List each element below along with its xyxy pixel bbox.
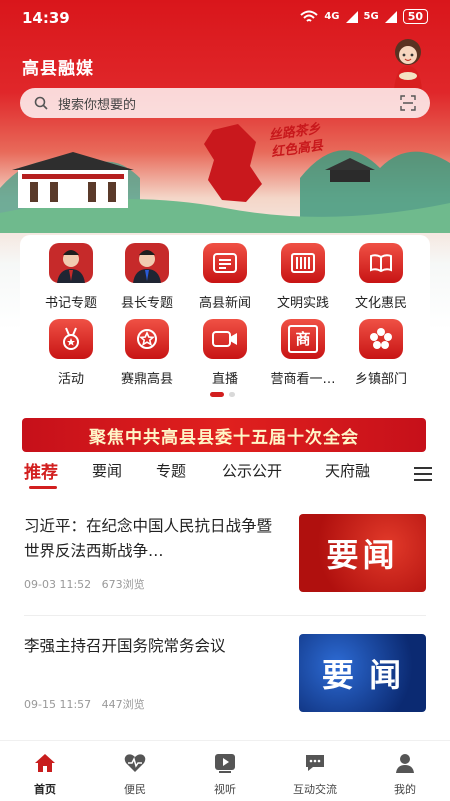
shop-icon-text: 商 (288, 325, 318, 353)
news-views: 447浏览 (101, 698, 145, 711)
channel-menu-icon[interactable] (414, 467, 432, 485)
menu-label: 书记专题 (44, 296, 97, 311)
play-icon (215, 754, 235, 773)
news-item[interactable]: 习近平：在纪念中国人民抗日战争暨世界反法西斯战争… 09-03 11:52 67… (24, 514, 426, 614)
signal-icon (345, 10, 358, 23)
person-photo-icon (49, 243, 93, 283)
focus-banner[interactable]: 聚焦中共高县县委十五届十次全会 (22, 418, 426, 452)
nav-label: 视听 (214, 783, 236, 796)
nav-label: 互动交流 (293, 783, 337, 796)
tab-tianfu[interactable]: 天府融 (325, 460, 370, 481)
menu-item-secretary[interactable]: 书记专题 (32, 243, 110, 311)
shop-icon: 商 (281, 319, 325, 359)
nav-label: 首页 (34, 783, 56, 796)
battery-indicator: 50 (402, 9, 428, 24)
page-dot (229, 392, 235, 397)
news-views: 673浏览 (101, 578, 145, 591)
user-icon (396, 754, 414, 773)
menu-label: 乡镇部门 (354, 372, 407, 387)
news-item[interactable]: 李强主持召开国务院常务会议 09-15 11:57 447浏览 要 闻 (24, 634, 426, 734)
menu-item-activity[interactable]: 活动 (32, 319, 110, 387)
news-thumbnail[interactable]: 要闻 (299, 514, 426, 592)
news-title[interactable]: 习近平：在纪念中国人民抗日战争暨世界反法西斯战争… (24, 514, 286, 564)
search-input[interactable]: 搜索你想要的 (58, 94, 136, 113)
app-title: 高县融媒 (22, 59, 94, 79)
book-icon (359, 243, 403, 283)
tab-recommended[interactable]: 推荐 (24, 458, 58, 483)
wifi-icon (300, 10, 319, 22)
search-icon (34, 96, 48, 110)
nav-interaction[interactable]: 互动交流 (275, 753, 355, 797)
menu-item-county-news[interactable]: 高县新闻 (186, 243, 264, 311)
search-bar[interactable]: 搜索你想要的 (20, 88, 430, 118)
quick-menu-card: 书记专题 县长专题 高县新闻 文明实践 文化惠民 活动 赛鼎高县 直播 商 营商… (20, 235, 430, 405)
news-icon (203, 243, 247, 283)
banner-slogan: 丝路茶乡 红色高县 (268, 121, 324, 162)
mascot-avatar-icon[interactable] (378, 36, 436, 90)
news-time: 09-03 11:52 (24, 578, 92, 591)
status-time: 14:39 (22, 9, 70, 27)
menu-item-civilization[interactable]: 文明实践 (264, 243, 342, 311)
heart-pulse-icon (124, 754, 146, 772)
network-badge: 4G (324, 11, 340, 22)
menu-label: 赛鼎高县 (120, 372, 173, 387)
page-dot-active (210, 392, 224, 397)
thumbnail-text: 要 闻 (321, 656, 404, 694)
practice-icon (281, 243, 325, 283)
nav-label: 我的 (394, 783, 416, 796)
nav-media[interactable]: 视听 (185, 753, 265, 797)
menu-label: 文明实践 (276, 296, 329, 311)
menu-label: 高县新闻 (198, 296, 251, 311)
nav-profile[interactable]: 我的 (365, 753, 445, 797)
home-icon (35, 754, 55, 772)
medal-icon (49, 319, 93, 359)
menu-item-live[interactable]: 直播 (186, 319, 264, 387)
person-photo-icon (125, 243, 169, 283)
nav-convenience[interactable]: 便民 (95, 753, 175, 797)
divider (24, 615, 426, 616)
news-title[interactable]: 李强主持召开国务院常务会议 (24, 634, 286, 659)
news-meta: 09-03 11:52 673浏览 (24, 576, 145, 592)
carousel-indicator (210, 392, 235, 397)
scan-icon[interactable] (400, 95, 416, 111)
menu-item-culture[interactable]: 文化惠民 (342, 243, 420, 311)
menu-item-county-head[interactable]: 县长专题 (108, 243, 186, 311)
hero-banner[interactable] (0, 118, 450, 233)
award-icon (125, 319, 169, 359)
active-tab-underline (29, 486, 57, 489)
status-bar: 14:39 4G 5G 50 (0, 0, 450, 36)
nav-label: 便民 (124, 783, 146, 796)
menu-label: 文化惠民 (354, 296, 407, 311)
menu-label: 县长专题 (120, 296, 173, 311)
signal-icon (384, 10, 397, 23)
status-icons: 4G 5G 50 (300, 9, 428, 24)
bottom-navigation: 首页 便民 视听 互动交流 我的 (0, 740, 450, 801)
flower-icon (359, 319, 403, 359)
chat-icon (306, 755, 324, 771)
nav-home[interactable]: 首页 (5, 753, 85, 797)
category-tabs: 推荐 要闻 专题 公示公开 天府融 (0, 456, 450, 492)
news-meta: 09-15 11:57 447浏览 (24, 696, 145, 712)
news-time: 09-15 11:57 (24, 698, 92, 711)
thumbnail-text: 要闻 (326, 536, 399, 574)
menu-item-saiding[interactable]: 赛鼎高县 (108, 319, 186, 387)
menu-label: 营商看一… (270, 372, 336, 387)
tab-public-notice[interactable]: 公示公开 (222, 460, 282, 481)
network-badge-2: 5G (363, 11, 379, 22)
tab-headlines[interactable]: 要闻 (92, 460, 122, 481)
menu-label: 活动 (57, 372, 84, 387)
video-camera-icon (203, 319, 247, 359)
menu-item-towns[interactable]: 乡镇部门 (342, 319, 420, 387)
news-thumbnail[interactable]: 要 闻 (299, 634, 426, 712)
menu-item-business[interactable]: 商 营商看一… (264, 319, 342, 387)
menu-label: 直播 (211, 372, 238, 387)
tab-topics[interactable]: 专题 (156, 460, 186, 481)
